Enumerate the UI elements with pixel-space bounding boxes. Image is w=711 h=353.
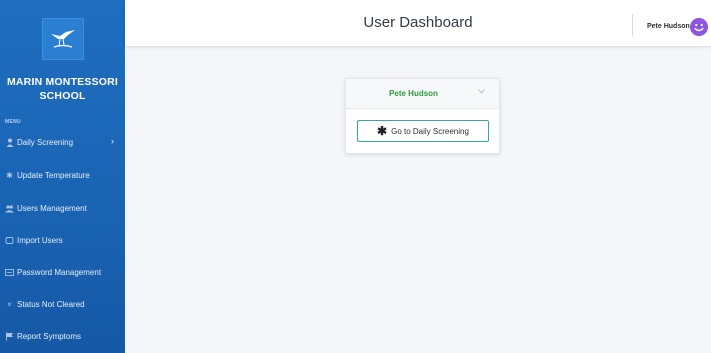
sidebar-item-label: Daily Screening [17,137,74,147]
menu-heading: MENU [5,119,21,125]
sidebar-item-report-symptoms[interactable]: Report Symptoms [5,327,123,345]
user-card-name: Pete Hudson [389,89,438,98]
flag-icon [5,332,14,341]
sidebar-item-daily-screening[interactable]: Daily Screening › [5,133,123,151]
top-header: User Dashboard Pete Hudson [125,0,711,46]
sidebar-item-label: Password Management [17,267,102,277]
smiley-avatar-icon [694,23,704,32]
egret-logo-icon [51,30,75,48]
users-icon [5,204,14,213]
sidebar-item-label: Report Symptoms [17,331,82,341]
header-user-name[interactable]: Pete Hudson [647,0,690,54]
sidebar-item-label: Users Management [17,203,87,213]
sidebar-item-label: Update Temperature [17,170,90,180]
avatar[interactable] [690,18,708,36]
x-icon: × [7,299,12,309]
import-icon [5,236,14,245]
sidebar-item-users-management[interactable]: Users Management [5,199,123,217]
sidebar-item-update-temperature[interactable]: ✱ Update Temperature [5,166,123,184]
sidebar-item-label: Import Users [17,235,63,245]
school-name: MARIN MONTESSORI SCHOOL [6,76,119,102]
sidebar-item-password-management[interactable]: Password Management [5,263,123,281]
button-label: Go to Daily Screening [391,126,469,136]
sidebar-item-import-users[interactable]: Import Users [5,231,123,249]
asterisk-icon: ✱ [6,170,13,180]
page-title: User Dashboard [363,14,473,31]
asterisk-icon: ✱ [377,124,388,138]
chevron-down-icon[interactable] [478,89,485,96]
chevron-right-icon: › [111,136,114,146]
go-to-daily-screening-button[interactable]: ✱ Go to Daily Screening [357,120,489,142]
header-divider [632,14,633,36]
school-logo[interactable] [42,18,84,60]
user-icon [5,138,14,147]
sidebar: MARIN MONTESSORI SCHOOL MENU Daily Scree… [0,0,125,353]
sidebar-item-label: Status Not Cleared [17,299,85,309]
user-card-header[interactable]: Pete Hudson [346,79,499,109]
sidebar-item-status-not-cleared[interactable]: × Status Not Cleared [5,295,123,313]
keyboard-icon [5,268,14,277]
user-card: Pete Hudson ✱ Go to Daily Screening [345,78,500,154]
